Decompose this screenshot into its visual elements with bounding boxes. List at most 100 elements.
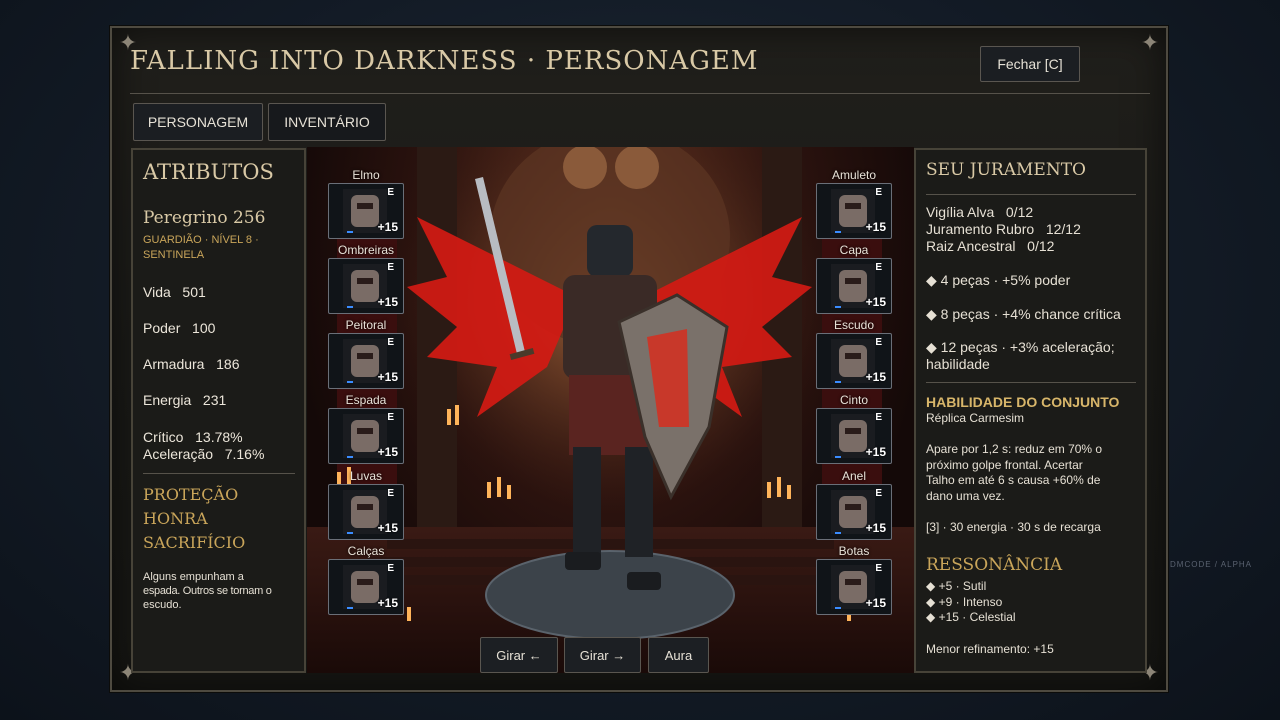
character-quote: escudo. [143,599,182,611]
set-progress-juramento: Juramento Rubro 12/12 [926,221,1081,237]
attributes-divider [143,473,295,474]
motto-line: PROTEÇÃO [143,485,239,504]
equipped-badge: E [387,412,394,423]
set-ability-name: Réplica Carmesim [926,411,1025,425]
equipment-slot[interactable]: E +15 [816,484,892,540]
min-refinement: Menor refinamento: +15 [926,642,1054,656]
refine-indicator [835,532,841,534]
set-bonus-12: ◆ 12 peças · +3% aceleração; [926,339,1115,355]
equipment-slot[interactable]: E +15 [816,258,892,314]
refine-indicator [347,607,353,609]
motto-line: HONRA [143,509,208,528]
character-quote: espada. Outros se tornam o [143,585,272,597]
oath-heading: SEU JURAMENTO [926,160,1086,180]
slot-label: Calças [347,544,385,558]
set-ability-description: Talho em até 6 s causa +60% de [926,473,1101,487]
refine-level: +15 [865,295,886,309]
refine-level: +15 [865,445,886,459]
slot-label: Cinto [839,393,868,407]
refine-level: +15 [377,370,398,384]
character-class-line: GUARDIÃO · NÍVEL 8 · [143,234,259,246]
slot-label: Escudo [833,318,875,332]
set-ability-heading: HABILIDADE DO CONJUNTO [926,394,1120,410]
attributes-heading: ATRIBUTOS [143,160,274,184]
equipment-slot[interactable]: E +15 [816,183,892,239]
stat-critico: Crítico 13.78% [143,429,243,445]
aura-button[interactable]: Aura [648,637,709,673]
equipped-badge: E [387,488,394,499]
equipped-badge: E [875,262,882,273]
title-divider [130,93,1150,94]
oath-divider [926,194,1136,195]
equipment-slot[interactable]: E +15 [328,408,404,464]
equipment-slot[interactable]: E +15 [816,408,892,464]
resonance-heading: RESSONÂNCIA [926,555,1063,575]
equipment-slot[interactable]: E +15 [328,559,404,615]
character-quote: Alguns empunham a [143,571,244,583]
refine-indicator [347,532,353,534]
equipped-badge: E [875,337,882,348]
tab-inventario[interactable]: INVENTÁRIO [268,103,386,141]
stat-aceleracao: Aceleração 7.16% [143,446,265,462]
slot-label: Peitoral [345,318,387,332]
resonance-tier: ◆ +15 · Celestial [926,610,1016,624]
equipment-slot[interactable]: E +15 [328,258,404,314]
set-ability-description: próximo golpe frontal. Acertar [926,458,1083,472]
refine-level: +15 [865,370,886,384]
equipped-badge: E [387,262,394,273]
rotate-left-button[interactable]: Girar ← [480,637,558,673]
slot-label: Botas [838,544,870,558]
refine-level: +15 [865,596,886,610]
equipped-badge: E [387,337,394,348]
refine-level: +15 [865,521,886,535]
motto-line: SACRIFÍCIO [143,533,246,552]
refine-indicator [835,306,841,308]
refine-indicator [347,306,353,308]
set-ability-description: dano uma vez. [926,489,1005,503]
frame-corner-ornament: ✦ [1140,31,1160,56]
set-ability-cost: [3] · 30 energia · 30 s de recarga [926,520,1101,534]
slot-label: Amuleto [831,168,877,182]
stat-energia: Energia 231 [143,392,227,408]
slot-label: Espada [345,393,387,407]
refine-indicator [347,381,353,383]
equipment-slot[interactable]: E +15 [816,559,892,615]
equipment-slot[interactable]: E +15 [328,183,404,239]
refine-level: +15 [377,521,398,535]
refine-indicator [347,456,353,458]
refine-indicator [835,607,841,609]
slot-label: Anel [841,469,867,483]
set-ability-description: Apare por 1,2 s: reduz em 70% o [926,442,1103,456]
refine-level: +15 [377,596,398,610]
equipped-badge: E [387,563,394,574]
equipment-slot[interactable]: E +15 [328,333,404,389]
stat-poder: Poder 100 [143,320,216,336]
refine-indicator [835,231,841,233]
slot-label: Elmo [352,168,380,182]
stat-armadura: Armadura 186 [143,356,240,372]
set-progress-raiz: Raiz Ancestral 0/12 [926,238,1055,254]
resonance-tier: ◆ +9 · Intenso [926,595,1003,609]
refine-level: +15 [377,445,398,459]
set-bonus-12: habilidade [926,356,990,372]
refine-level: +15 [377,220,398,234]
resonance-tier: ◆ +5 · Sutil [926,579,987,593]
set-bonus-4: ◆ 4 peças · +5% poder [926,272,1071,288]
refine-indicator [835,456,841,458]
tab-personagem[interactable]: PERSONAGEM [133,103,263,141]
slot-label: Luvas [349,469,383,483]
slot-label: Capa [839,243,869,257]
stat-vida: Vida 501 [143,284,206,300]
refine-indicator [347,231,353,233]
equipment-slot[interactable]: E +15 [816,333,892,389]
set-bonus-8: ◆ 8 peças · +4% chance crítica [926,306,1121,322]
equipment-slot[interactable]: E +15 [328,484,404,540]
rotate-right-button[interactable]: Girar → [564,637,641,673]
close-button[interactable]: Fechar [C] [980,46,1080,82]
window-title: FALLING INTO DARKNESS · PERSONAGEM [130,46,759,76]
refine-indicator [835,381,841,383]
equipped-badge: E [875,563,882,574]
character-class-line: SENTINELA [143,249,205,261]
character-name: Peregrino 256 [143,208,266,228]
oath-divider [926,382,1136,383]
